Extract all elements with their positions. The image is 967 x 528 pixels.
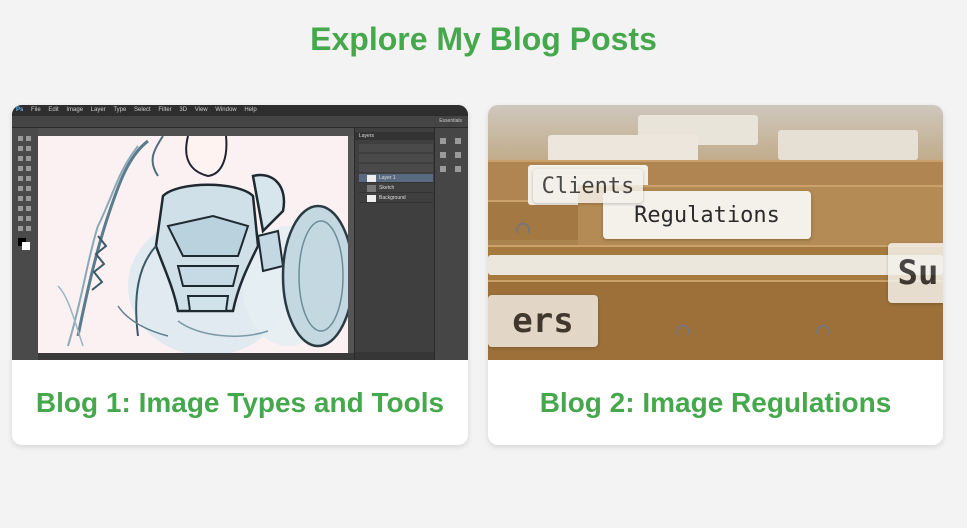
ps-menu-item: View bbox=[194, 107, 208, 113]
blog-2-thumbnail[interactable]: Regulations Clients ers Su bbox=[488, 105, 943, 360]
ps-workspace-label: Essentials bbox=[439, 118, 462, 124]
ps-toolbar bbox=[12, 128, 38, 360]
ps-menu-item: Layer bbox=[90, 107, 106, 113]
ps-layer-row: Layer 1 bbox=[359, 174, 433, 183]
ps-menu-item: Help bbox=[244, 107, 257, 113]
ps-menu-item: Type bbox=[113, 107, 127, 113]
ps-options-bar: Essentials bbox=[12, 116, 468, 128]
ps-menu-item: 3D bbox=[179, 107, 188, 113]
sketch-artwork bbox=[38, 136, 348, 353]
blog-1-thumbnail[interactable]: Ps File Edit Image Layer Type Select Fil… bbox=[12, 105, 468, 360]
blog-card-2[interactable]: Regulations Clients ers Su Blog 2: Image… bbox=[488, 105, 943, 445]
ps-layers-panel: Layers Layer 1 Sketch Background bbox=[354, 128, 434, 360]
page-title: Explore My Blog Posts bbox=[310, 21, 657, 57]
ps-side-icons bbox=[434, 128, 468, 360]
ps-layer-row: Sketch bbox=[359, 184, 433, 193]
photoshop-screenshot: Ps File Edit Image Layer Type Select Fil… bbox=[12, 105, 468, 360]
blog-1-title[interactable]: Blog 1: Image Types and Tools bbox=[12, 360, 468, 445]
ps-menu-item: File bbox=[31, 107, 41, 113]
ps-menu-item: Edit bbox=[48, 107, 59, 113]
file-folders-photo: Regulations Clients ers Su bbox=[488, 105, 943, 360]
ps-menu-item: Filter bbox=[158, 107, 172, 113]
ps-menu-item: Image bbox=[66, 107, 84, 113]
ps-tool-icons bbox=[18, 136, 31, 250]
ps-canvas bbox=[38, 136, 348, 353]
blog-2-title[interactable]: Blog 2: Image Regulations bbox=[488, 360, 943, 445]
ps-menubar: Ps File Edit Image Layer Type Select Fil… bbox=[12, 105, 468, 116]
ps-layers-panel-header: Layers bbox=[355, 132, 434, 140]
blog-card-1[interactable]: Ps File Edit Image Layer Type Select Fil… bbox=[12, 105, 468, 445]
ps-logo: Ps bbox=[16, 107, 24, 113]
ps-menu-item: Select bbox=[134, 107, 151, 113]
ps-status-bar bbox=[38, 353, 354, 360]
ps-document-tab bbox=[38, 128, 354, 136]
ps-layer-row: Background bbox=[359, 194, 433, 203]
ps-menu-item: Window bbox=[215, 107, 237, 113]
binder-rings bbox=[516, 222, 830, 336]
